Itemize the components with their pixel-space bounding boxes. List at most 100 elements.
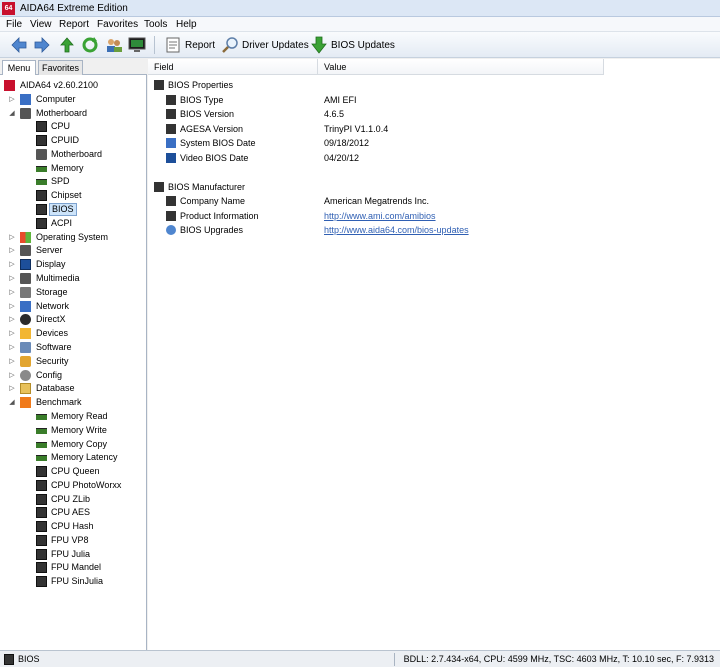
chip-icon: [36, 535, 47, 546]
expand-arrow-icon[interactable]: ▷: [8, 272, 16, 285]
acpi-icon: [36, 218, 47, 229]
globe-icon: [166, 225, 176, 235]
bios-chip-icon: [166, 95, 176, 105]
expand-arrow-icon[interactable]: ▷: [8, 93, 16, 106]
chip-icon: [36, 480, 47, 491]
up-arrow-icon[interactable]: [58, 36, 76, 54]
back-arrow-icon[interactable]: [10, 36, 28, 54]
ram-icon: [36, 414, 47, 420]
status-current-page: BIOS: [18, 654, 40, 664]
cpu-icon: [36, 121, 47, 132]
chip-icon: [36, 576, 47, 587]
chip-icon: [36, 521, 47, 532]
expand-arrow-icon[interactable]: ▷: [8, 231, 16, 244]
menu-view[interactable]: View: [30, 19, 52, 30]
storage-icon: [20, 287, 31, 298]
forward-arrow-icon[interactable]: [33, 36, 51, 54]
bios-chip-icon: [154, 182, 164, 192]
bios-chip-icon: [166, 211, 176, 221]
menu-file[interactable]: File: [6, 19, 22, 30]
collapse-arrow-icon[interactable]: ◢: [8, 107, 16, 120]
bios-upgrades-link[interactable]: http://www.aida64.com/bios-updates: [324, 223, 469, 237]
spd-icon: [36, 179, 47, 185]
expand-arrow-icon[interactable]: ▷: [8, 313, 16, 326]
download-arrow-icon[interactable]: [310, 36, 328, 54]
software-icon: [20, 342, 31, 353]
benchmark-icon: [20, 397, 31, 408]
tab-favorites[interactable]: Favorites: [38, 60, 83, 75]
database-icon: [20, 383, 31, 394]
toolbar: Report Driver Updates BIOS Updates: [0, 32, 720, 58]
expand-arrow-icon[interactable]: ▷: [8, 327, 16, 340]
expand-arrow-icon[interactable]: ▷: [8, 286, 16, 299]
collapse-arrow-icon[interactable]: ◢: [8, 396, 16, 409]
title-bar: 64 AIDA64 Extreme Edition: [0, 0, 720, 17]
ram-icon: [36, 455, 47, 461]
network-icon: [20, 301, 31, 312]
expand-arrow-icon[interactable]: ▷: [8, 244, 16, 257]
motherboard-icon: [36, 149, 47, 160]
motherboard-icon: [20, 108, 31, 119]
menu-favorites[interactable]: Favorites: [97, 19, 138, 30]
window-title: AIDA64 Extreme Edition: [20, 3, 128, 14]
tab-menu[interactable]: Menu: [2, 60, 36, 76]
menu-help[interactable]: Help: [176, 19, 197, 30]
display-icon: [166, 153, 176, 163]
menu-report[interactable]: Report: [59, 19, 89, 30]
column-header-field[interactable]: Field: [148, 59, 318, 75]
sidebar-tabs: Menu Favorites: [0, 59, 147, 76]
display-icon: [20, 259, 31, 270]
users-icon[interactable]: [105, 36, 123, 54]
windows-icon: [20, 232, 31, 243]
bios-chip-icon: [166, 196, 176, 206]
cpuid-icon: [36, 135, 47, 146]
config-icon: [20, 370, 31, 381]
directx-icon: [20, 314, 31, 325]
computer-icon: [20, 94, 31, 105]
chipset-icon: [36, 190, 47, 201]
monitor-icon[interactable]: [128, 36, 146, 54]
expand-arrow-icon[interactable]: ▷: [8, 382, 16, 395]
server-icon: [20, 245, 31, 256]
status-separator: [394, 653, 395, 666]
product-information-link[interactable]: http://www.ami.com/amibios: [324, 209, 436, 223]
expand-arrow-icon[interactable]: ▷: [8, 355, 16, 368]
bios-chip-icon: [166, 109, 176, 119]
expand-arrow-icon[interactable]: ▷: [8, 300, 16, 313]
memory-icon: [36, 166, 47, 172]
magnifier-icon[interactable]: [221, 36, 239, 54]
refresh-icon[interactable]: [81, 36, 99, 54]
ram-icon: [36, 442, 47, 448]
report-icon[interactable]: [164, 36, 182, 54]
bios-chip-icon: [166, 124, 176, 134]
ram-icon: [36, 428, 47, 434]
chip-icon: [36, 562, 47, 573]
status-benchmark-info: BDLL: 2.7.434-x64, CPU: 4599 MHz, TSC: 4…: [403, 654, 714, 664]
report-button[interactable]: Report: [185, 40, 215, 51]
status-bar: BIOS BDLL: 2.7.434-x64, CPU: 4599 MHz, T…: [0, 650, 720, 667]
menu-tools[interactable]: Tools: [144, 19, 167, 30]
multimedia-icon: [20, 273, 31, 284]
chip-icon: [36, 549, 47, 560]
bios-updates-button[interactable]: BIOS Updates: [331, 40, 395, 51]
chip-icon: [36, 466, 47, 477]
toolbar-separator: [154, 36, 155, 54]
driver-updates-button[interactable]: Driver Updates: [242, 40, 309, 51]
menu-bar: File View Report Favorites Tools Help: [0, 17, 720, 32]
bios-chip-icon: [154, 80, 164, 90]
computer-icon: [166, 138, 176, 148]
bios-chip-icon: [4, 654, 14, 665]
expand-arrow-icon[interactable]: ▷: [8, 341, 16, 354]
expand-arrow-icon[interactable]: ▷: [8, 369, 16, 382]
aida64-icon: [4, 80, 15, 91]
bios-icon: [36, 204, 47, 215]
aida64-app-icon: 64: [2, 2, 15, 15]
chip-icon: [36, 507, 47, 518]
expand-arrow-icon[interactable]: ▷: [8, 258, 16, 271]
security-icon: [20, 356, 31, 367]
details-grid: Field Value BIOS Properties BIOS Type AM…: [148, 59, 720, 650]
navigation-tree: AIDA64 v2.60.2100 ▷ Computer ◢ Motherboa…: [0, 75, 147, 650]
column-header-value[interactable]: Value: [318, 59, 604, 75]
chip-icon: [36, 494, 47, 505]
devices-icon: [20, 328, 31, 339]
